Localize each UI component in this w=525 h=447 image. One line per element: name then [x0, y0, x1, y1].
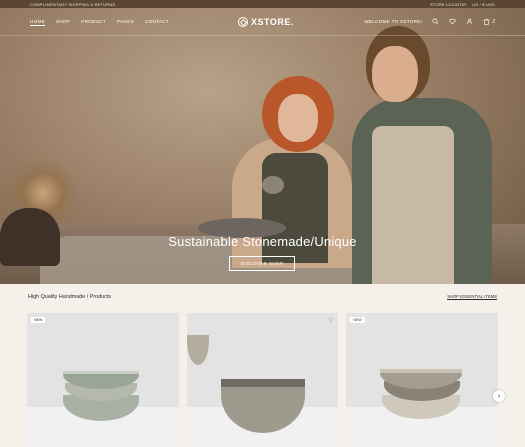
- logo-icon: [238, 17, 248, 27]
- cart-button[interactable]: 2: [483, 18, 495, 25]
- clay-pot: [262, 176, 284, 194]
- product-card[interactable]: ♡: [186, 313, 339, 447]
- announcement-bar: COMPLIMENTARY SHIPPING & RETURNS STORE L…: [0, 0, 525, 8]
- search-icon[interactable]: [432, 18, 439, 25]
- new-badge: NEW: [350, 317, 365, 323]
- discover-shop-button[interactable]: DISCOVER SHOP: [229, 256, 295, 271]
- user-icon[interactable]: [466, 18, 473, 25]
- product-card[interactable]: NEW: [27, 313, 179, 447]
- main-navigation: HOME SHOP PRODUCT PAGES CONTACT XSTORE. …: [0, 8, 525, 36]
- wishlist-heart-icon[interactable]: ♡: [328, 317, 333, 324]
- carousel-next-button[interactable]: ›: [493, 390, 505, 402]
- logo-text: XSTORE.: [251, 17, 294, 27]
- hero-title: Sustainable Stonemade/Unique: [168, 234, 357, 249]
- welcome-text: WELCOME TO XSTORE!: [364, 19, 423, 24]
- new-badge: NEW: [31, 317, 46, 323]
- locale-selector[interactable]: US / $ USD: [472, 2, 495, 7]
- product-carousel: NEW ♡ NEW: [27, 313, 499, 447]
- nav-product[interactable]: PRODUCT: [81, 19, 106, 26]
- shipping-notice: COMPLIMENTARY SHIPPING & RETURNS: [30, 2, 116, 7]
- nav-shop[interactable]: SHOP: [56, 19, 70, 26]
- product-card[interactable]: NEW: [346, 313, 499, 447]
- nav-home[interactable]: HOME: [30, 19, 45, 26]
- shop-essential-link[interactable]: SHOP ESSENTIAL ITEMS: [447, 294, 497, 300]
- section-title: High Quality Handmade / Products: [28, 294, 111, 300]
- heart-icon[interactable]: [449, 18, 456, 25]
- store-locator-link[interactable]: STORE LOCATOR: [430, 2, 466, 7]
- nav-contact[interactable]: CONTACT: [145, 19, 169, 26]
- site-logo[interactable]: XSTORE.: [238, 17, 294, 27]
- cart-icon: [483, 18, 490, 25]
- cart-count: 2: [492, 18, 495, 25]
- chevron-right-icon: ›: [497, 392, 501, 400]
- nav-pages[interactable]: PAGES: [117, 19, 134, 26]
